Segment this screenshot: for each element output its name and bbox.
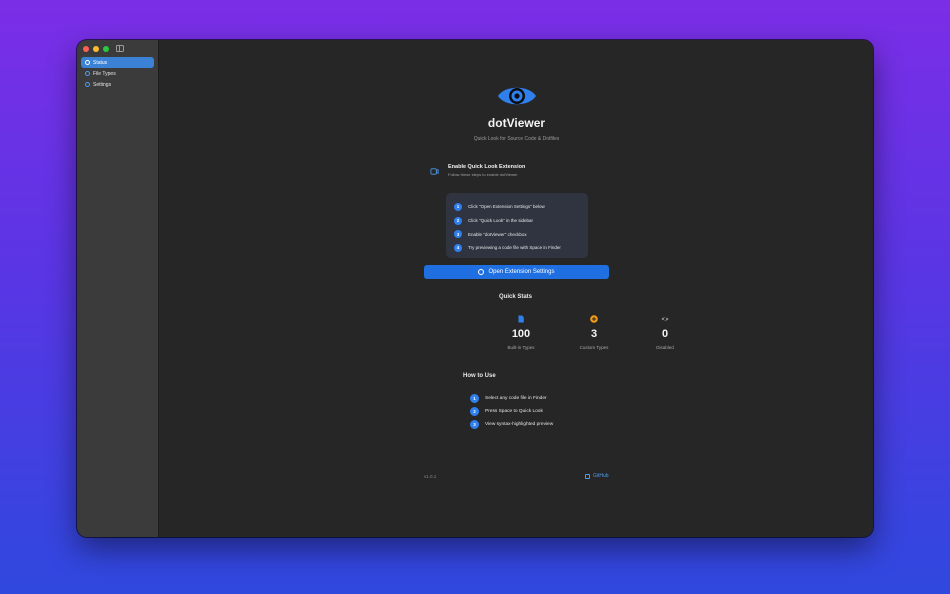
close-window-button[interactable] xyxy=(83,46,89,52)
list-item: 3 View syntax-highlighted preview xyxy=(470,418,553,431)
eye-icon xyxy=(498,87,536,105)
step-number: 3 xyxy=(470,420,479,429)
step-text: Try previewing a code file with Space in… xyxy=(468,245,561,251)
app-window: Status File Types Settings dotViewer Qui… xyxy=(77,40,873,537)
step-number: 4 xyxy=(454,243,462,252)
sidebar: Status File Types Settings xyxy=(77,40,159,537)
stat-label: Built-in Types xyxy=(507,345,535,350)
zoom-window-button[interactable] xyxy=(103,46,109,52)
list-item: 4 Try previewing a code file with Space … xyxy=(454,241,580,255)
sidebar-item-settings[interactable]: Settings xyxy=(81,79,154,90)
traffic-lights xyxy=(83,46,109,52)
step-number: 2 xyxy=(454,216,462,225)
stat-value: 3 xyxy=(590,328,598,340)
list-item: 1 Select any code file in Finder xyxy=(470,392,553,405)
enable-subtitle: Follow these steps to enable dotViewer xyxy=(448,172,518,177)
stat-label: Disabled xyxy=(656,345,674,350)
step-text: Click "Quick Look" in the sidebar xyxy=(468,218,533,224)
step-text: Enable "dotViewer" checkbox xyxy=(468,231,527,237)
stat-value: 0 xyxy=(661,328,669,340)
gear-icon xyxy=(85,82,90,87)
list-item: 2 Click "Quick Look" in the sidebar xyxy=(454,214,580,228)
button-label: Open Extension Settings xyxy=(488,269,555,275)
version-label: v1.0.1 xyxy=(424,474,437,479)
gear-icon xyxy=(478,269,485,275)
setup-steps-card: 1 Click "Open Extension Settings" below … xyxy=(446,193,588,258)
step-text: Click "Open Extension Settings" below xyxy=(468,204,545,210)
stat-label: Custom Types xyxy=(579,345,609,350)
app-subtitle: Quick Look for Source Code & Dotfiles xyxy=(473,136,560,142)
step-text: Select any code file in Finder xyxy=(485,396,547,401)
list-item: 2 Press Space to Quick Look xyxy=(470,405,553,418)
step-number: 1 xyxy=(470,394,479,403)
list-item: 3 Enable "dotViewer" checkbox xyxy=(454,227,580,241)
sidebar-toggle-icon[interactable] xyxy=(116,45,124,52)
step-text: Press Space to Quick Look xyxy=(485,409,543,414)
document-icon xyxy=(518,315,524,323)
stat-disabled: 0 Disabled xyxy=(637,310,693,354)
step-number: 3 xyxy=(454,230,462,239)
status-icon xyxy=(85,60,90,65)
step-number: 2 xyxy=(470,407,479,416)
extension-icon xyxy=(430,168,439,175)
app-title: dotViewer xyxy=(487,116,546,130)
github-label: GitHub xyxy=(593,473,609,479)
step-number: 1 xyxy=(454,202,462,211)
sidebar-item-file-types[interactable]: File Types xyxy=(81,68,154,79)
how-to-use-title: How to Use xyxy=(463,373,496,379)
list-item: 1 Click "Open Extension Settings" below xyxy=(454,200,580,214)
github-link[interactable]: GitHub xyxy=(585,473,609,479)
quick-stats-title: Quick Stats xyxy=(499,294,533,300)
sidebar-nav: Status File Types Settings xyxy=(81,57,154,90)
sidebar-item-status[interactable]: Status xyxy=(81,57,154,68)
step-text: View syntax-highlighted preview xyxy=(485,422,554,427)
eye-slash-icon xyxy=(661,315,669,323)
sidebar-item-label: Status xyxy=(93,59,108,66)
open-extension-settings-button[interactable]: Open Extension Settings xyxy=(424,265,609,279)
minimize-window-button[interactable] xyxy=(93,46,99,52)
stat-value: 100 xyxy=(511,328,531,340)
stat-custom-types: 3 Custom Types xyxy=(566,310,622,354)
enable-title: Enable Quick Look Extension xyxy=(448,164,526,170)
sidebar-item-label: Settings xyxy=(93,81,112,88)
sidebar-item-label: File Types xyxy=(93,70,116,77)
plus-circle-icon xyxy=(590,315,598,323)
link-icon xyxy=(585,473,590,479)
file-icon xyxy=(85,71,90,76)
stat-builtin-types: 100 Built-in Types xyxy=(493,310,549,354)
how-to-list: 1 Select any code file in Finder 2 Press… xyxy=(470,392,553,431)
main-content: dotViewer Quick Look for Source Code & D… xyxy=(160,40,873,537)
